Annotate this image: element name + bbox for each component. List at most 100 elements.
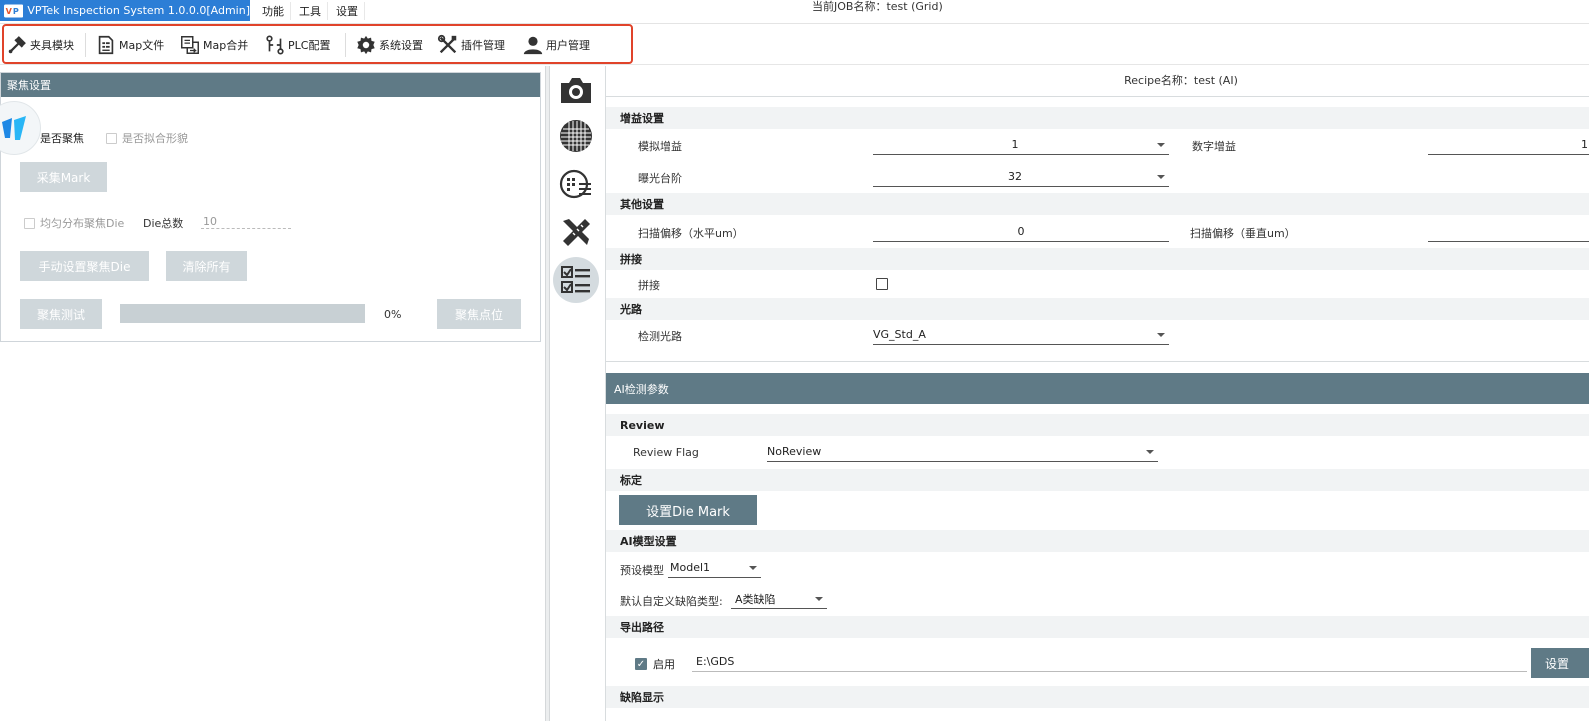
chevron-down-icon: [815, 596, 823, 601]
enable-focus-label: 是否聚焦: [40, 132, 84, 145]
analog-gain-value: 1: [1011, 138, 1019, 151]
toolbar-map-file-button[interactable]: Map文件: [95, 31, 164, 59]
focus-point-button[interactable]: 聚焦点位: [437, 299, 521, 329]
recipe-title: Recipe名称：test (AI): [1124, 74, 1238, 87]
export-path-header: 导出路径: [606, 616, 1589, 638]
svg-text:P: P: [13, 7, 19, 16]
chevron-down-icon: [1146, 449, 1154, 454]
toolbar-separator: [85, 33, 86, 57]
h-offset-input[interactable]: 0: [873, 222, 1169, 242]
clear-all-button[interactable]: 清除所有: [166, 251, 247, 281]
plc-config-icon: [266, 35, 284, 55]
v-offset-label: 扫描偏移（垂直um）: [1190, 227, 1296, 240]
side-grid-button[interactable]: [556, 116, 596, 156]
toolbar-label: PLC配置: [288, 39, 331, 52]
detect-optics-value: VG_Std_A: [873, 328, 926, 341]
review-flag-select[interactable]: NoReview: [767, 442, 1158, 462]
menu-tools[interactable]: 工具: [293, 2, 328, 20]
map-merge-icon: [181, 36, 199, 54]
side-checklist-button[interactable]: [553, 257, 599, 303]
vp-logo-icon: V P: [4, 4, 24, 17]
digital-gain-label: 数字增益: [1192, 140, 1236, 153]
manual-set-focus-die-button[interactable]: 手动设置聚焦Die: [20, 251, 149, 281]
right-panel: Recipe名称：test (AI) 增益设置 模拟增益 1 数字增益 1 曝光…: [605, 66, 1589, 721]
default-defect-type-select[interactable]: A类缺陷: [731, 589, 827, 609]
preset-model-select[interactable]: Model1: [668, 558, 761, 578]
exposure-step-value: 32: [1008, 170, 1022, 183]
camera-icon: [561, 78, 591, 103]
menu-function[interactable]: 功能: [256, 2, 291, 20]
toolbar-plc-button[interactable]: PLC配置: [264, 31, 330, 59]
side-camera-button[interactable]: [556, 70, 596, 110]
detect-optics-select[interactable]: VG_Std_A: [873, 325, 1169, 345]
app-title-block: V P VPTek Inspection System 1.0.0.0[Admi…: [0, 0, 250, 21]
digital-gain-input[interactable]: 1: [1428, 135, 1589, 155]
side-icon-bar: [551, 66, 601, 721]
title-bar: V P VPTek Inspection System 1.0.0.0[Admi…: [0, 0, 1589, 24]
analog-gain-label: 模拟增益: [638, 140, 682, 153]
stitch-header: 拼接: [606, 248, 1589, 270]
chevron-down-icon: [1157, 142, 1165, 147]
export-set-button[interactable]: 设置: [1531, 648, 1589, 678]
gear-icon: [357, 35, 375, 55]
chevron-down-icon: [749, 565, 757, 570]
export-path-input[interactable]: E:\GDS: [692, 652, 1527, 672]
floating-assistant-icon[interactable]: [0, 101, 41, 155]
chevron-down-icon: [1157, 174, 1165, 179]
capture-mark-button[interactable]: 采集Mark: [20, 162, 107, 192]
detect-optics-label: 检测光路: [638, 330, 682, 343]
assistant-logo-icon: [2, 116, 26, 140]
optics-header: 光路: [606, 298, 1589, 320]
calibration-header: 标定: [606, 469, 1589, 491]
toolbar-plugin-button[interactable]: 插件管理: [437, 31, 505, 59]
die-count-label: Die总数: [143, 217, 184, 230]
default-defect-type-label: 默认自定义缺陷类型:: [620, 595, 723, 608]
check-icon: ✓: [635, 658, 647, 670]
ai-params-header: AI检测参数: [606, 373, 1589, 404]
app-title: VPTek Inspection System 1.0.0.0[Admin]: [27, 4, 250, 17]
review-header: Review: [606, 414, 1589, 436]
toolbar-label: 插件管理: [461, 39, 505, 52]
toolbar-label: Map文件: [119, 39, 165, 52]
svg-text:V: V: [6, 7, 13, 16]
toolbar: 夹具模块 Map文件 Map合并 PLC配置 系统设置 插件管理 用户管理: [0, 25, 1589, 65]
even-distribute-checkbox[interactable]: 均匀分布聚焦Die: [24, 215, 124, 231]
left-panel: 聚焦设置 是否聚焦 是否拟合形貌 采集Mark 均匀分布聚焦Die Die总数 …: [0, 66, 545, 721]
focus-settings-header: 聚焦设置: [1, 73, 540, 97]
side-ruler-tool-button[interactable]: [556, 212, 596, 252]
menu-settings[interactable]: 设置: [330, 2, 365, 20]
fixture-icon: [8, 36, 26, 54]
side-wafer-map-button[interactable]: [556, 164, 596, 204]
v-offset-input[interactable]: [1428, 222, 1589, 242]
toolbar-label: Map合并: [203, 39, 249, 52]
checklist-icon: [561, 266, 590, 293]
h-offset-label: 扫描偏移（水平um）: [638, 227, 744, 240]
preset-model-value: Model1: [670, 561, 711, 574]
exposure-step-select[interactable]: 32: [873, 167, 1169, 187]
review-flag-label: Review Flag: [633, 446, 699, 459]
default-defect-type-value: A类缺陷: [735, 592, 776, 606]
toolbar-map-merge-button[interactable]: Map合并: [179, 31, 248, 59]
focus-test-button[interactable]: 聚焦测试: [20, 299, 102, 329]
wafer-map-icon: [559, 169, 591, 199]
ruler-tool-icon: [563, 219, 590, 246]
preset-model-label: 预设模型: [620, 564, 664, 577]
toolbar-user-button[interactable]: 用户管理: [522, 31, 590, 59]
export-enable-checkbox[interactable]: ✓ 启用: [635, 656, 675, 672]
set-die-mark-button[interactable]: 设置Die Mark: [619, 495, 757, 525]
fit-shape-checkbox[interactable]: 是否拟合形貌: [106, 130, 188, 146]
recipe-settings-section: 增益设置 模拟增益 1 数字增益 1 曝光台阶 32 其他设置 扫描偏移（水平u…: [606, 96, 1589, 362]
analog-gain-select[interactable]: 1: [873, 135, 1169, 155]
grid-icon: [560, 120, 592, 152]
export-enable-label: 启用: [653, 658, 675, 671]
panel-splitter[interactable]: [545, 66, 550, 721]
fit-shape-label: 是否拟合形貌: [122, 132, 188, 145]
stitch-label: 拼接: [638, 279, 660, 292]
stitch-checkbox[interactable]: [876, 278, 888, 290]
die-count-input[interactable]: 10: [201, 215, 291, 229]
toolbar-fixture-button[interactable]: 夹具模块: [6, 31, 74, 59]
defect-display-header: 缺陷显示: [606, 686, 1589, 708]
toolbar-system-settings-button[interactable]: 系统设置: [355, 31, 423, 59]
app-window: V P VPTek Inspection System 1.0.0.0[Admi…: [0, 0, 1589, 721]
toolbar-separator: [345, 33, 346, 57]
